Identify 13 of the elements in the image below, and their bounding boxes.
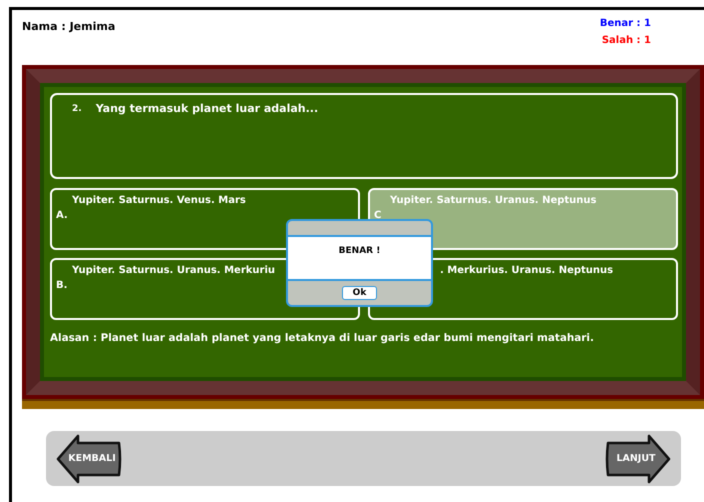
option-text: Yupiter. Saturnus. Uranus. Neptunus bbox=[390, 195, 596, 206]
option-text: . Merkurius. Uranus. Neptunus bbox=[440, 265, 614, 276]
option-letter: B. bbox=[56, 280, 68, 291]
correct-count: Benar : 1 bbox=[600, 18, 651, 29]
wrong-count: Salah : 1 bbox=[602, 35, 651, 46]
option-letter: C bbox=[374, 210, 382, 221]
question-number: 2. bbox=[72, 103, 82, 114]
option-text: Yupiter. Saturnus. Venus. Mars bbox=[72, 195, 246, 206]
option-text: Yupiter. Saturnus. Uranus. Merkuriu bbox=[72, 265, 276, 276]
option-letter: A. bbox=[56, 210, 68, 221]
student-name: Nama : Jemima bbox=[22, 20, 116, 34]
question-text: Yang termasuk planet luar adalah... bbox=[96, 102, 318, 115]
reason-text: Alasan : Planet luar adalah planet yang letaknya di luar garis edar bumi mengitari matahari. bbox=[50, 332, 595, 344]
